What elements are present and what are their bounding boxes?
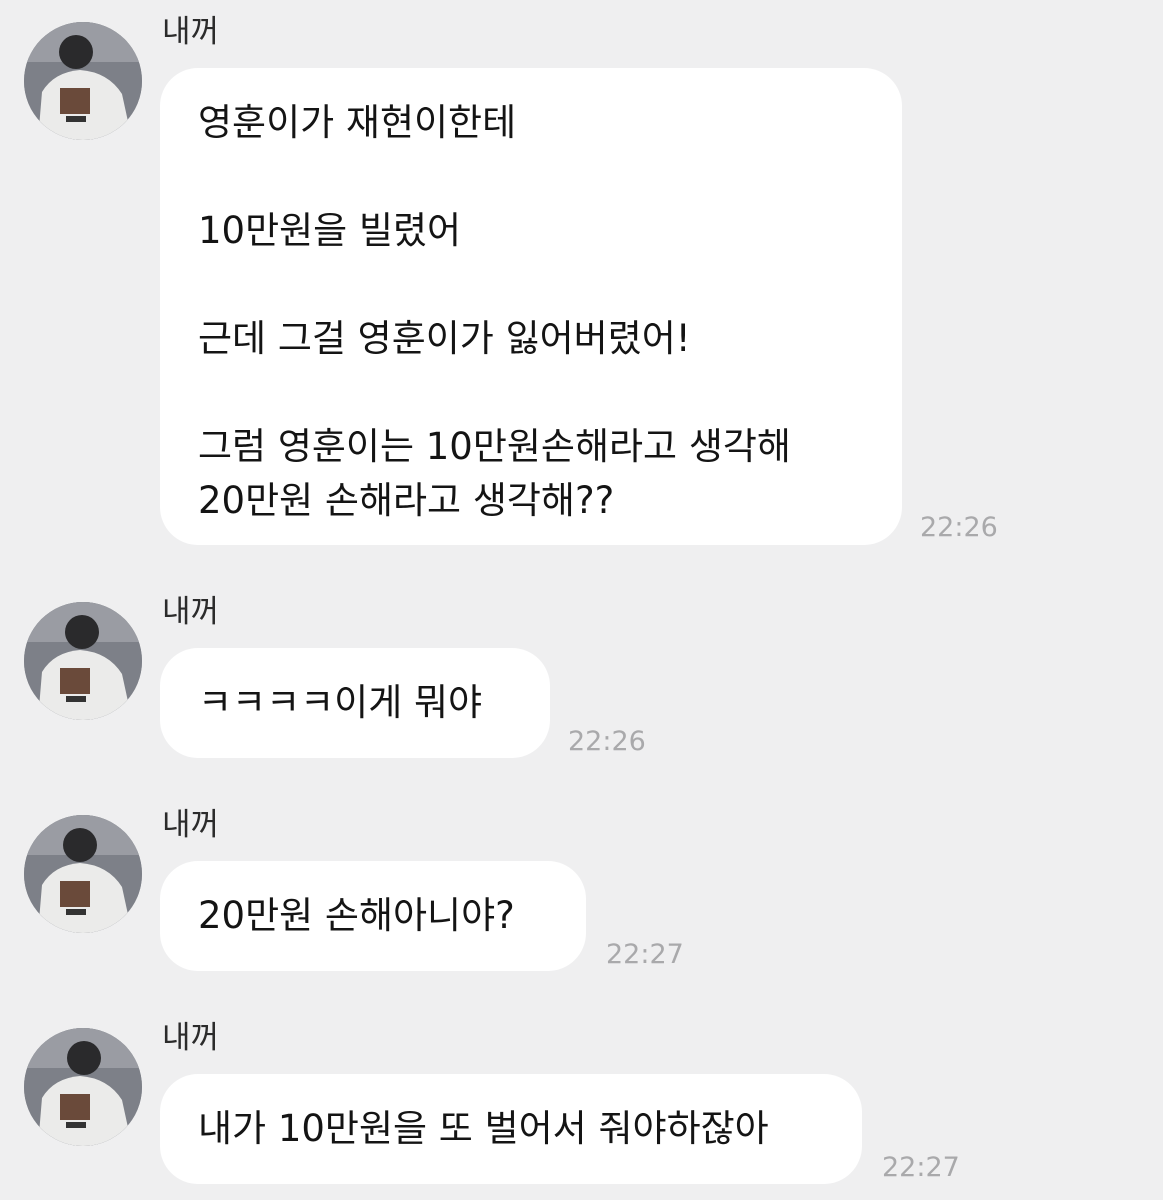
timestamp: 22:27 [882, 1152, 960, 1183]
message-bubble[interactable]: 내가 10만원을 또 벌어서 줘야하잖아 [160, 1074, 862, 1184]
avatar[interactable] [24, 1028, 142, 1146]
message-group: 내꺼 내가 10만원을 또 벌어서 줘야하잖아 22:27 [0, 1006, 1163, 1200]
timestamp: 22:26 [920, 512, 998, 543]
message-text: ㅋㅋㅋㅋ이게 뭐야 [198, 681, 483, 724]
sender-name: 내꺼 [162, 1020, 220, 1056]
message-text [198, 150, 864, 204]
message-bubble[interactable]: 영훈이가 재현이한테 10만원을 빌렸어 근데 그걸 영훈이가 잃어버렸어! 그… [160, 68, 902, 545]
sender-name: 내꺼 [162, 807, 220, 843]
avatar[interactable] [24, 22, 142, 140]
sender-name: 내꺼 [162, 14, 220, 50]
sender-name: 내꺼 [162, 594, 220, 630]
message-text: 내가 10만원을 또 벌어서 줘야하잖아 [198, 1107, 769, 1150]
avatar[interactable] [24, 815, 142, 933]
message-text: 20만원 손해라고 생각해?? [198, 479, 615, 522]
message-text [198, 258, 864, 312]
message-text: 영훈이가 재현이한테 [198, 101, 517, 144]
avatar[interactable] [24, 602, 142, 720]
message-bubble[interactable]: ㅋㅋㅋㅋ이게 뭐야 [160, 648, 550, 758]
timestamp: 22:26 [568, 726, 646, 757]
message-text: 그럼 영훈이는 10만원손해라고 생각해 [198, 425, 791, 468]
message-bubble[interactable]: 20만원 손해아니야? [160, 861, 586, 971]
message-group: 내꺼 20만원 손해아니야? 22:27 [0, 793, 1163, 993]
message-group: 내꺼 ㅋㅋㅋㅋ이게 뭐야 22:26 [0, 580, 1163, 780]
message-group: 내꺼 영훈이가 재현이한테 10만원을 빌렸어 근데 그걸 영훈이가 잃어버렸어… [0, 0, 1163, 560]
timestamp: 22:27 [606, 939, 684, 970]
message-text: 10만원을 빌렸어 [198, 209, 462, 252]
message-text: 20만원 손해아니야? [198, 894, 515, 937]
message-text [198, 366, 864, 420]
chat-view: 내꺼 영훈이가 재현이한테 10만원을 빌렸어 근데 그걸 영훈이가 잃어버렸어… [0, 0, 1163, 1200]
message-text: 근데 그걸 영훈이가 잃어버렸어! [198, 317, 691, 360]
